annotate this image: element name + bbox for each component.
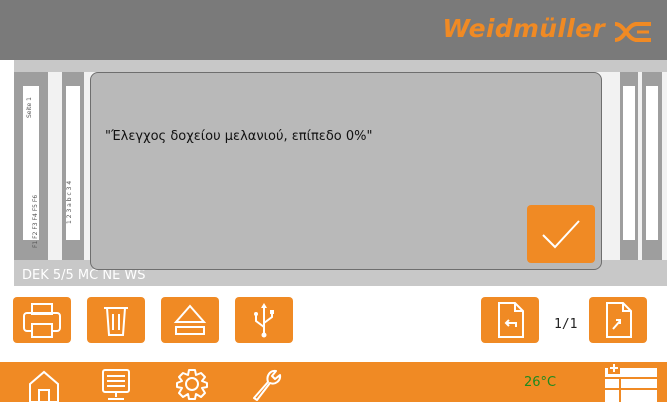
strip-label: Seite 1 [26, 97, 33, 118]
bottom-nav-bar: 26°C [0, 362, 667, 402]
tools-button[interactable] [246, 366, 286, 402]
marker-strip [62, 72, 84, 260]
weidmuller-logo-icon [613, 18, 653, 46]
delete-button[interactable] [87, 297, 145, 343]
usb-icon [254, 303, 274, 338]
printer-icon [23, 303, 61, 338]
layout-add-button[interactable] [604, 362, 660, 402]
usb-button[interactable] [235, 297, 293, 343]
strip-label: 1 2 3 a b c 3 4 [66, 180, 73, 224]
message-dialog: "Έλεγχος δοχείου μελανιού, επίπεδο 0%" [90, 72, 602, 270]
settings-gear-icon [176, 369, 208, 400]
monitor-button[interactable] [96, 366, 136, 402]
layout-add-icon [605, 362, 657, 402]
marker-strip-face [623, 86, 635, 240]
brand-name: Weidmüller [442, 14, 605, 43]
home-button[interactable] [24, 366, 64, 402]
confirm-button[interactable] [527, 205, 595, 263]
home-icon [29, 370, 59, 402]
page-back-icon [498, 302, 524, 338]
marker-strip [620, 72, 638, 260]
top-header-bar: Weidmüller [0, 0, 667, 60]
temperature-readout: 26°C [524, 375, 557, 390]
next-page-button[interactable] [589, 297, 647, 343]
previous-page-button[interactable] [481, 297, 539, 343]
wrench-icon [253, 369, 282, 401]
eject-icon [173, 304, 207, 335]
marker-strip-face [646, 86, 658, 240]
marker-strip [642, 72, 662, 260]
strip-label: F1 F2 F3 F4 F5 F6 [32, 194, 39, 248]
checkmark-icon [542, 220, 580, 249]
eject-button[interactable] [161, 297, 219, 343]
action-toolbar: 1/1 [0, 286, 667, 362]
product-name: DEK 5/5 MC NE WS [22, 268, 146, 283]
monitor-icon [102, 369, 130, 400]
trash-icon [104, 307, 128, 336]
settings-button[interactable] [172, 366, 212, 402]
page-counter: 1/1 [554, 317, 578, 332]
dialog-message: "Έλεγχος δοχείου μελανιού, επίπεδο 0%" [105, 129, 373, 144]
print-button[interactable] [13, 297, 71, 343]
page-forward-icon [606, 302, 632, 338]
